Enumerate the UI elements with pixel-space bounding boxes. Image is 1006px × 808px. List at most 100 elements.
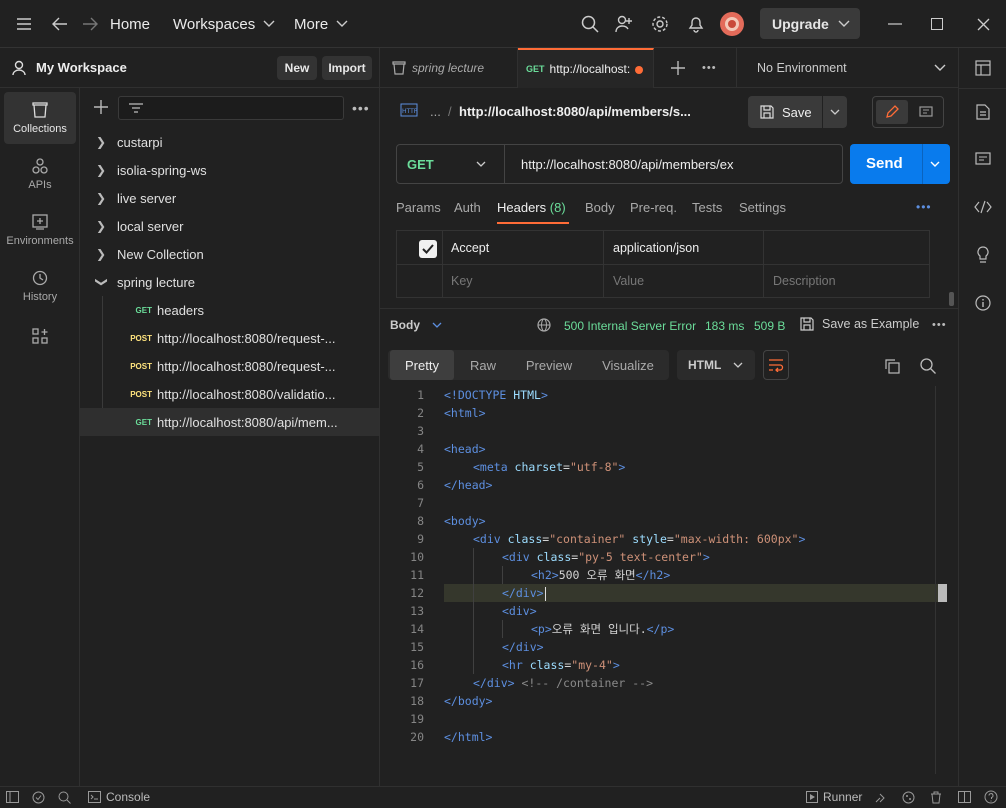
tab-params[interactable]: Params — [396, 200, 441, 215]
code-snippet-icon[interactable] — [974, 200, 992, 214]
tab-auth[interactable]: Auth — [454, 200, 481, 215]
request-item[interactable]: POST http://localhost:8080/validatio... — [80, 380, 379, 408]
tab-visualize[interactable]: Visualize — [592, 350, 664, 380]
scrollbar-track[interactable] — [935, 386, 936, 774]
tab-active-request[interactable]: GET http://localhost: — [518, 48, 654, 88]
close-icon[interactable] — [968, 0, 998, 48]
tab-raw[interactable]: Raw — [458, 350, 508, 380]
comments-icon[interactable] — [975, 152, 991, 168]
request-item[interactable]: POST http://localhost:8080/request-... — [80, 352, 379, 380]
tab-preview[interactable]: Preview — [518, 350, 580, 380]
request-item[interactable]: GET headers — [80, 296, 379, 324]
home-link[interactable]: Home — [110, 0, 150, 48]
pane-divider[interactable] — [380, 308, 958, 309]
rail-history[interactable]: History — [4, 260, 76, 312]
tab-body[interactable]: Body — [585, 200, 615, 215]
comment-icon[interactable] — [911, 100, 941, 124]
bell-icon[interactable] — [686, 0, 706, 48]
breadcrumb-ellipsis[interactable]: ... — [430, 104, 441, 119]
layout-icon[interactable] — [975, 60, 991, 76]
search-icon[interactable] — [920, 358, 936, 374]
tab-headers[interactable]: Headers (8) — [497, 200, 566, 215]
response-body-select[interactable]: Body — [390, 318, 442, 332]
online-status-icon[interactable] — [32, 791, 45, 804]
subtabs-more-icon[interactable]: ••• — [916, 200, 932, 214]
environment-select[interactable]: No Environment — [736, 48, 958, 88]
collection-item[interactable]: ❯ custarpi — [80, 128, 379, 156]
code-line: <body> — [444, 514, 486, 528]
collection-item[interactable]: ❯ local server — [80, 212, 379, 240]
method-select[interactable]: GET — [397, 145, 505, 183]
header-value[interactable]: application/json — [613, 232, 699, 264]
response-more-icon[interactable]: ••• — [932, 319, 947, 331]
documentation-icon[interactable] — [976, 104, 990, 120]
new-description-placeholder[interactable]: Description — [773, 265, 836, 297]
collection-item-spring-lecture[interactable]: ❯ spring lecture — [80, 268, 379, 296]
tab-pretty[interactable]: Pretty — [390, 350, 454, 380]
info-icon[interactable] — [975, 295, 991, 311]
rail-environments[interactable]: Environments — [4, 204, 76, 256]
help-icon[interactable] — [984, 790, 998, 804]
menu-icon[interactable] — [10, 0, 38, 48]
filter-input[interactable] — [118, 96, 344, 120]
two-pane-icon[interactable] — [958, 791, 971, 803]
trash-icon[interactable] — [930, 791, 942, 804]
search-icon[interactable] — [580, 0, 600, 48]
more-options-icon[interactable]: ••• — [352, 100, 370, 116]
plus-icon[interactable] — [94, 100, 108, 114]
tab-settings[interactable]: Settings — [739, 200, 786, 215]
upgrade-button[interactable]: Upgrade — [760, 8, 860, 39]
headers-scrollbar[interactable] — [949, 292, 954, 306]
request-label: http://localhost:8080/api/mem... — [157, 414, 338, 430]
new-button[interactable]: New — [277, 56, 317, 80]
request-item[interactable]: POST http://localhost:8080/request-... — [80, 324, 379, 352]
avatar[interactable] — [719, 0, 745, 48]
request-item-selected[interactable]: GET http://localhost:8080/api/mem... — [80, 408, 379, 436]
new-tab-plus-icon[interactable] — [668, 48, 688, 88]
collection-item[interactable]: ❯ New Collection — [80, 240, 379, 268]
new-key-placeholder[interactable]: Key — [451, 265, 473, 297]
save-button[interactable]: Save — [748, 96, 822, 128]
rail-apis[interactable]: APIs — [4, 148, 76, 200]
send-button[interactable]: Send — [850, 144, 950, 184]
forward-arrow-icon[interactable] — [78, 0, 102, 48]
console-button[interactable]: Console — [88, 790, 150, 804]
tabs-more-icon[interactable]: ••• — [702, 48, 722, 88]
response-time[interactable]: 183 ms — [705, 319, 744, 333]
import-button[interactable]: Import — [322, 56, 372, 80]
url-input[interactable]: http://localhost:8080/api/members/ex — [521, 145, 733, 183]
capture-icon[interactable] — [874, 791, 887, 804]
minimize-icon[interactable] — [880, 0, 910, 48]
find-icon[interactable] — [58, 791, 71, 804]
rail-collections[interactable]: Collections — [4, 92, 76, 144]
cookies-icon[interactable] — [902, 791, 915, 804]
maximize-icon[interactable] — [922, 0, 952, 48]
format-select[interactable]: HTML — [677, 350, 755, 380]
collection-item[interactable]: ❯ isolia-spring-ws — [80, 156, 379, 184]
copy-icon[interactable] — [884, 358, 900, 374]
wrap-lines-icon[interactable] — [763, 350, 789, 380]
header-key[interactable]: Accept — [451, 232, 489, 264]
tab-tests[interactable]: Tests — [692, 200, 722, 215]
back-arrow-icon[interactable] — [48, 0, 72, 48]
request-title[interactable]: http://localhost:8080/api/members/s... — [459, 104, 691, 119]
collection-item[interactable]: ❯ live server — [80, 184, 379, 212]
response-code-editor[interactable]: 1 2 3 4 5 6 7 8 9 10 11 12 13 14 15 16 1… — [380, 386, 950, 776]
new-value-placeholder[interactable]: Value — [613, 265, 644, 297]
save-dropdown[interactable] — [823, 96, 847, 128]
gear-icon[interactable] — [650, 0, 670, 48]
tab-spring-lecture[interactable]: spring lecture — [380, 48, 518, 88]
tab-pre-request[interactable]: Pre-req. — [630, 200, 677, 215]
response-status[interactable]: 500 Internal Server Error — [564, 319, 696, 333]
save-as-example-button[interactable]: Save as Example — [800, 317, 919, 331]
invite-user-icon[interactable] — [614, 0, 634, 48]
rail-configure[interactable] — [4, 320, 76, 356]
runner-button[interactable]: Runner — [806, 790, 862, 804]
more-menu[interactable]: More — [294, 0, 348, 48]
sidebar-toggle-icon[interactable] — [6, 791, 19, 803]
header-enabled-checkbox[interactable] — [419, 240, 437, 258]
workspaces-menu[interactable]: Workspaces — [173, 0, 275, 48]
response-size[interactable]: 509 B — [754, 319, 785, 333]
edit-pencil-icon[interactable] — [876, 100, 908, 124]
lightbulb-icon[interactable] — [976, 246, 990, 264]
